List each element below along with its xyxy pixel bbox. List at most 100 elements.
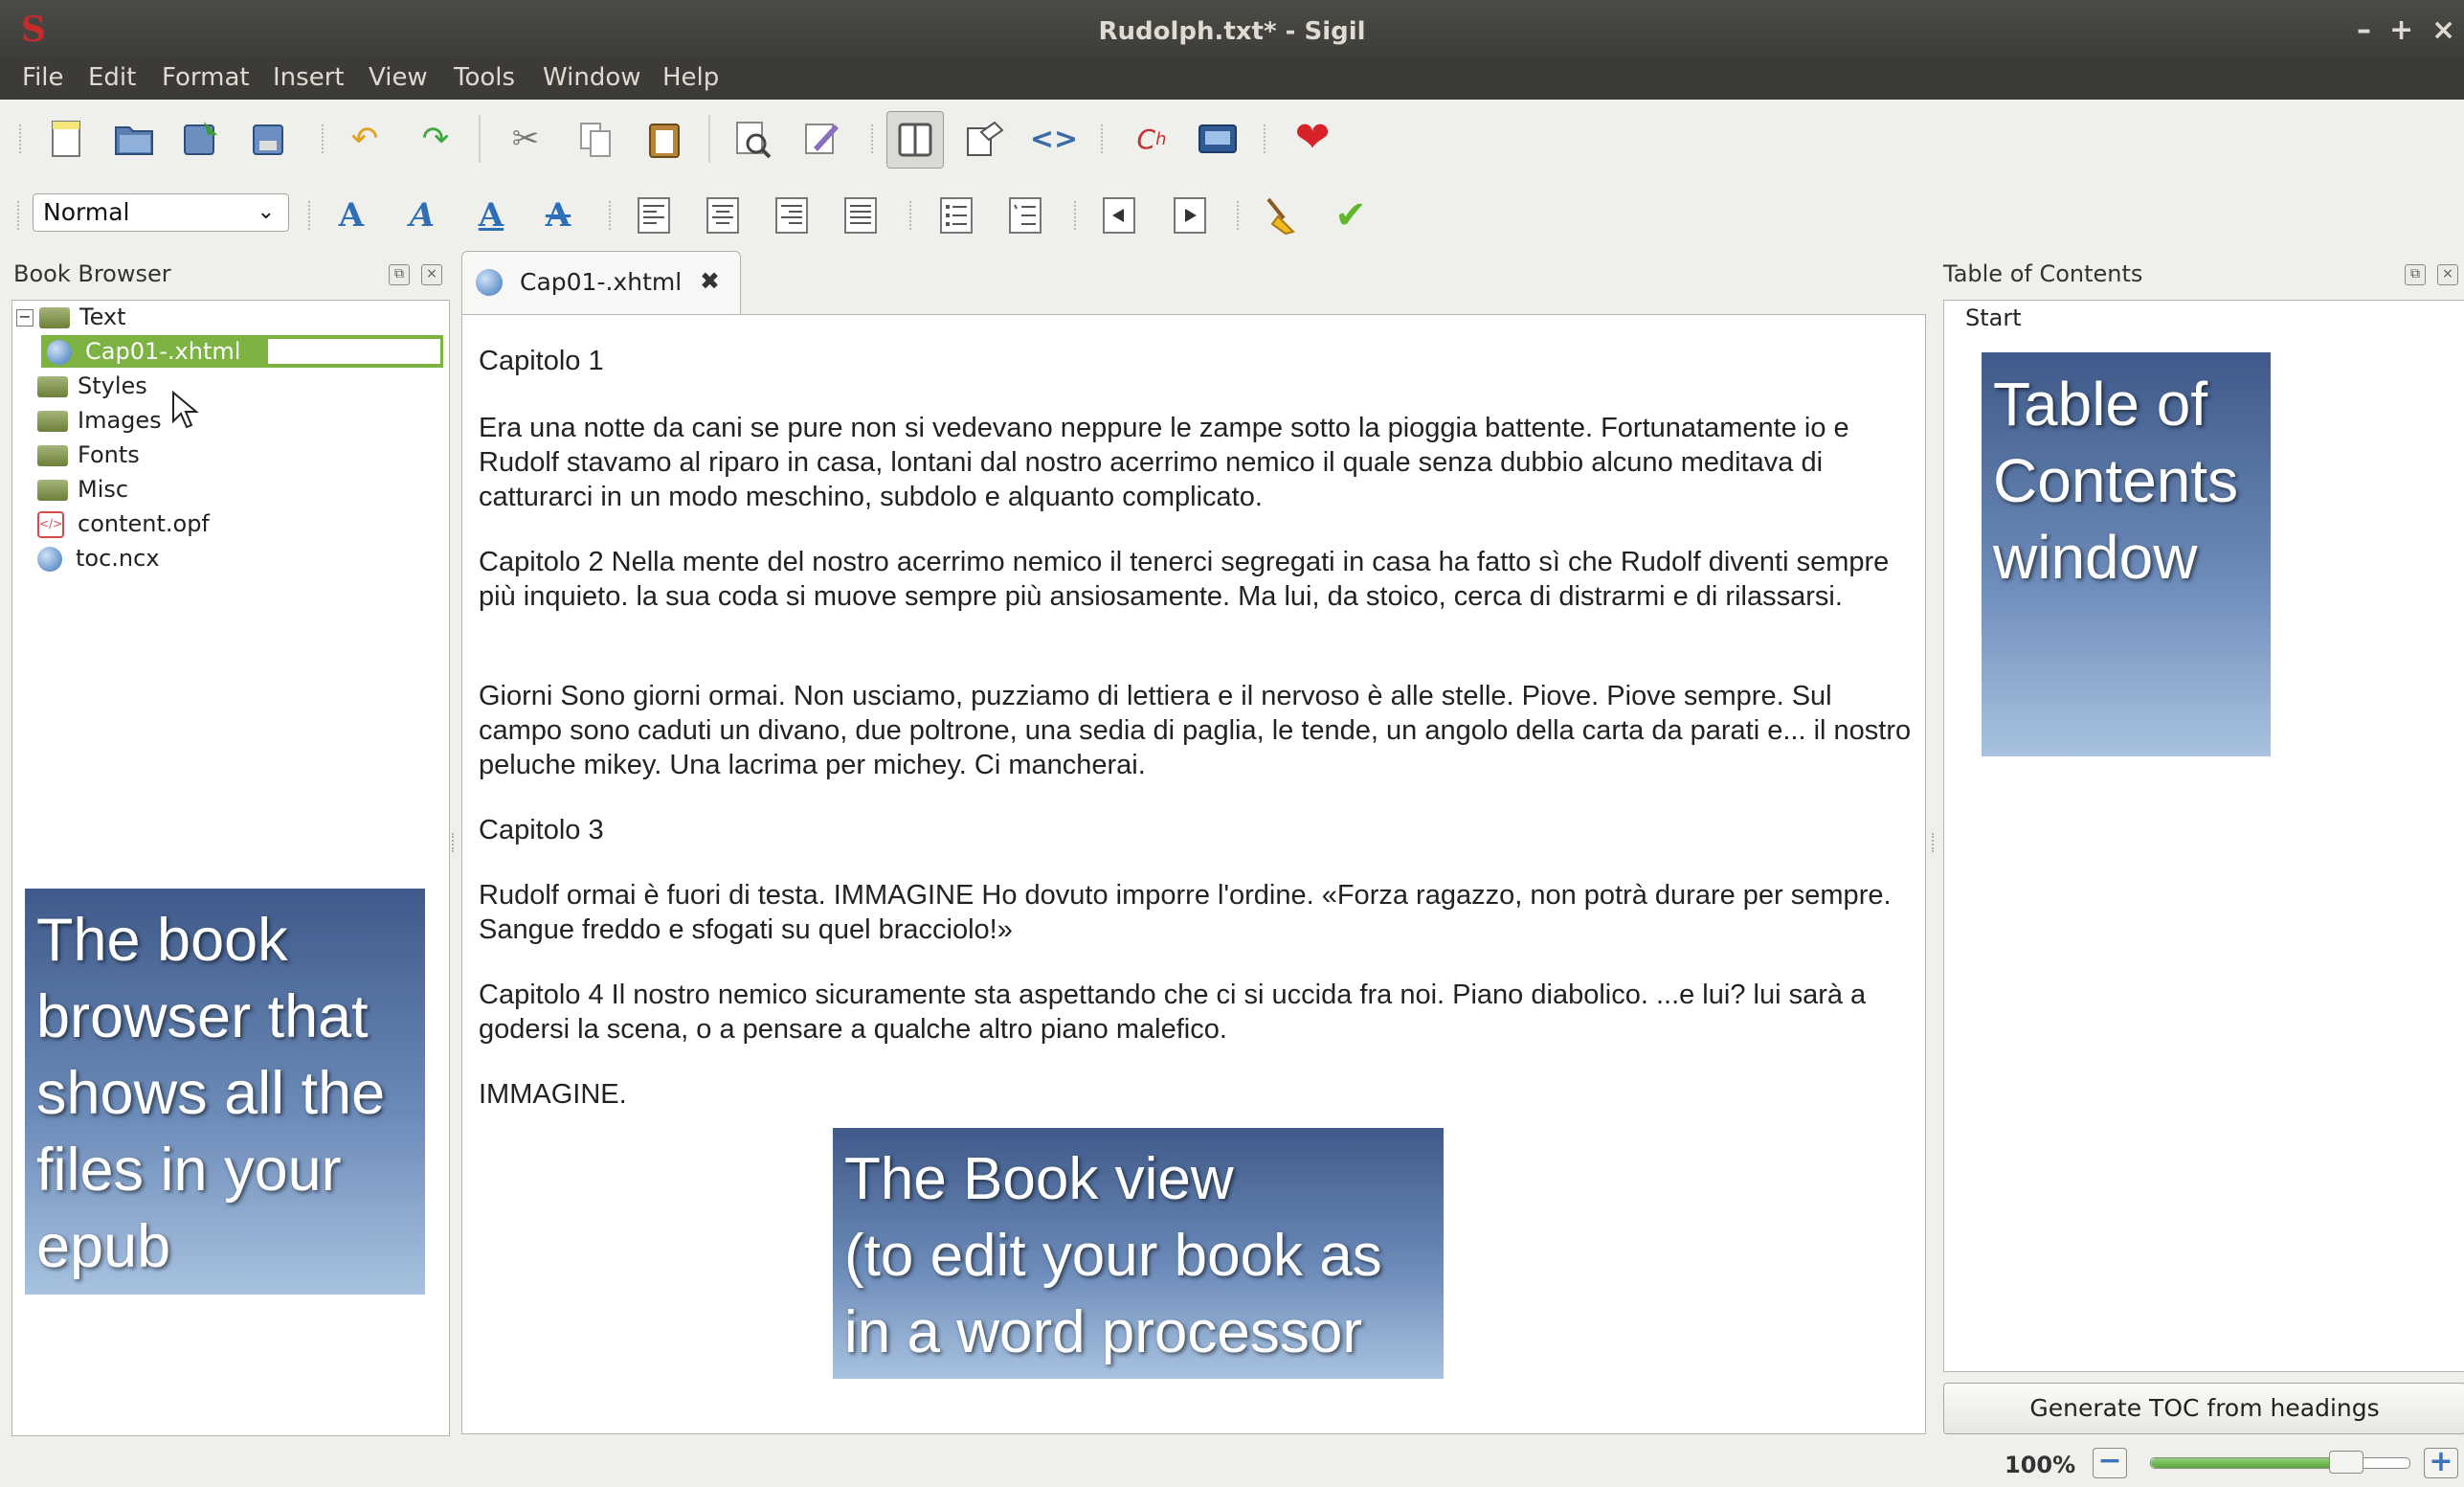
align-left-icon[interactable] [632,193,676,237]
window-title: Rudolph.txt* - Sigil [1098,17,1366,46]
chapter-heading[interactable]: Capitolo 1 [479,344,1915,378]
menu-edit[interactable]: Edit [88,63,136,92]
chevron-down-icon: ⌄ [257,200,275,224]
float-panel-icon[interactable]: ⧉ [389,264,410,285]
paragraph[interactable]: Era una notte da cani se pure non si ved… [479,411,1915,514]
minimize-button[interactable]: – [2357,13,2371,47]
collapse-icon[interactable]: − [16,309,34,327]
splitter-handle[interactable] [452,833,458,852]
cut-icon[interactable]: ✂ [504,117,548,161]
rename-field[interactable] [267,338,441,365]
zoom-slider[interactable] [2150,1451,2410,1474]
italic-icon[interactable]: A [400,193,444,237]
title-bar: S Rudolph.txt* - Sigil – + × [0,0,2464,65]
align-right-icon[interactable] [770,193,814,237]
toolbar-grip[interactable] [1101,124,1107,153]
main-toolbar: ↶ ↷ ✂ <> Ch ❤ [0,100,2464,176]
close-panel-icon[interactable]: × [2437,264,2458,285]
close-panel-icon[interactable]: × [421,264,442,285]
validate-check-icon[interactable]: ✔ [1329,193,1373,237]
toolbar-grip[interactable] [1264,124,1269,153]
redo-icon[interactable]: ↷ [414,117,458,161]
zoom-out-button[interactable]: − [2093,1447,2127,1478]
zoom-level: 100% [2005,1452,2076,1478]
toolbar-grip[interactable] [609,201,615,230]
paragraph[interactable]: IMMAGINE. [479,1077,1915,1112]
tree-item-images[interactable]: Images [37,404,162,437]
toc-item-start[interactable]: Start [1965,304,2022,331]
increase-indent-icon[interactable] [1168,193,1212,237]
toolbar-grip[interactable] [308,201,314,230]
tree-item-text[interactable]: − Text [16,301,126,333]
menu-file[interactable]: File [22,63,64,92]
bullet-list-icon[interactable] [934,193,978,237]
tree-item-fonts[interactable]: Fonts [37,439,140,471]
new-file-icon[interactable] [44,117,88,161]
menu-insert[interactable]: Insert [273,63,345,92]
paragraph[interactable]: Capitolo 4 Il nostro nemico sicuramente … [479,978,1915,1047]
xhtml-file-icon [47,340,72,365]
chapter-break-icon[interactable]: Ch [1130,117,1174,161]
paragraph[interactable]: Rudolf ormai è fuori di testa. IMMAGINE … [479,878,1915,947]
menu-format[interactable]: Format [162,63,250,92]
underline-icon[interactable]: A [469,193,513,237]
toolbar-grip[interactable] [322,124,327,153]
zoom-in-button[interactable]: + [2424,1448,2458,1478]
tree-item-toc-ncx[interactable]: toc.ncx [37,542,160,575]
book-browser-callout: The book browser that shows all the file… [25,889,425,1295]
generate-toc-button[interactable]: Generate TOC from headings [1943,1383,2464,1434]
ncx-file-icon [37,547,62,572]
status-bar: 100% − + [0,1436,2464,1487]
save-as-icon[interactable] [249,117,293,161]
menu-window[interactable]: Window [543,63,641,92]
find-replace-icon[interactable] [731,117,775,161]
justify-icon[interactable] [839,193,883,237]
insert-image-icon[interactable] [1197,117,1241,161]
toolbar-grip[interactable] [909,201,915,230]
spellcheck-icon[interactable] [800,117,844,161]
toc-title: Table of Contents [1943,260,2143,287]
book-browser-title: Book Browser [13,260,171,287]
toolbar-grip[interactable] [871,124,877,153]
close-button[interactable]: × [2431,13,2455,47]
folder-icon [37,445,68,466]
tree-item-styles[interactable]: Styles [37,370,147,402]
tree-item-cap01[interactable]: Cap01-.xhtml [41,335,443,368]
tree-item-content-opf[interactable]: </> content.opf [37,507,210,540]
chapter-heading[interactable]: Capitolo 3 [479,813,1915,847]
book-view-icon[interactable] [886,111,944,169]
tab-cap01[interactable]: Cap01-.xhtml ✖ [461,251,741,314]
menu-help[interactable]: Help [662,63,719,92]
paragraph[interactable]: Capitolo 2 Nella mente del nostro acerri… [479,545,1915,614]
strikethrough-icon[interactable]: A [536,193,580,237]
menu-view[interactable]: View [369,63,428,92]
undo-icon[interactable]: ↶ [343,117,387,161]
paragraph[interactable]: Giorni Sono giorni ormai. Non usciamo, p… [479,679,1915,782]
tab-close-icon[interactable]: ✖ [700,267,720,295]
open-folder-icon[interactable] [113,117,157,161]
decrease-indent-icon[interactable] [1097,193,1141,237]
code-view-icon[interactable]: <> [1030,117,1078,161]
clean-broom-icon[interactable] [1260,193,1304,237]
heart-icon[interactable]: ❤ [1290,113,1334,162]
heading-style-select[interactable]: Normal ⌄ [33,193,289,232]
bold-icon[interactable]: A [329,193,373,237]
splitter-handle[interactable] [1932,833,1938,852]
toolbar-grip[interactable] [19,124,25,153]
save-icon[interactable] [180,117,224,161]
tree-item-misc[interactable]: Misc [37,473,128,506]
float-panel-icon[interactable]: ⧉ [2405,264,2426,285]
align-center-icon[interactable] [701,193,745,237]
toolbar-grip[interactable] [1237,201,1243,230]
zoom-slider-handle[interactable] [2328,1451,2363,1474]
mouse-cursor-icon [172,391,199,429]
split-view-icon[interactable] [963,117,1007,161]
maximize-button[interactable]: + [2389,13,2413,47]
numbered-list-icon[interactable] [1003,193,1047,237]
copy-icon[interactable] [574,117,618,161]
toolbar-grip[interactable] [17,201,23,230]
menu-bar: File Edit Format Insert View Tools Windo… [0,59,2464,100]
paste-icon[interactable] [643,117,687,161]
menu-tools[interactable]: Tools [454,63,515,92]
toolbar-grip[interactable] [1074,201,1080,230]
